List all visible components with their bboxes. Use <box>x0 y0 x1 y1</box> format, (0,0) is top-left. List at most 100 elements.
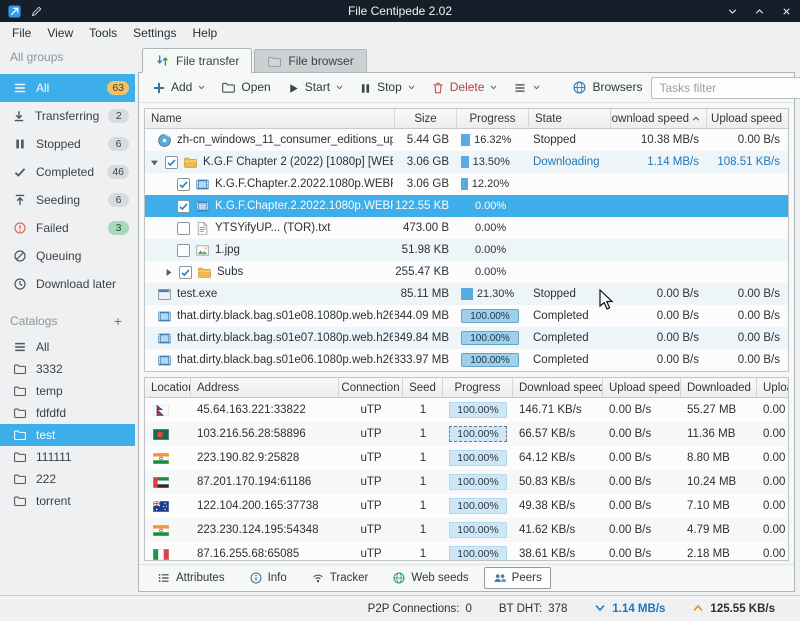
more-menu-icon <box>513 81 527 95</box>
transfer-column-state[interactable]: State <box>529 109 611 128</box>
catalog-fdfdfd[interactable]: fdfdfd <box>0 402 135 424</box>
stop-button[interactable]: Stop <box>352 76 422 98</box>
peer-row[interactable]: 103.216.56.28:58896uTP1100.00%66.57 KB/s… <box>145 422 788 446</box>
tasks-filter-input[interactable] <box>652 81 800 95</box>
row-checkbox-checked[interactable] <box>177 200 190 213</box>
peers-column-location[interactable]: Location <box>145 378 191 397</box>
transfer-column-name[interactable]: Name <box>145 109 395 128</box>
sidebar-group-transferring[interactable]: Transferring2 <box>0 102 135 130</box>
catalog-111111[interactable]: 111111 <box>0 446 135 468</box>
task-state: Completed <box>529 332 611 344</box>
transfer-row[interactable]: Subs255.47 KB0.00% <box>145 261 788 283</box>
sidebar-group-failed[interactable]: Failed3 <box>0 214 135 242</box>
transfer-column-upload-speed[interactable]: Upload speed <box>707 109 788 128</box>
menu-view[interactable]: View <box>39 23 81 43</box>
transfer-row[interactable]: that.dirty.black.bag.s01e08.1080p.web.h2… <box>145 305 788 327</box>
peers-column-address[interactable]: Address <box>191 378 339 397</box>
task-state: Stopped <box>529 288 611 300</box>
peer-row[interactable]: 87.16.255.68:65085uTP1100.00%38.61 KB/s0… <box>145 542 788 561</box>
tab-file-browser[interactable]: File browser <box>254 49 366 72</box>
window-minimize-button[interactable] <box>727 6 738 17</box>
menu-settings[interactable]: Settings <box>125 23 184 43</box>
peers-column-progress[interactable]: Progress <box>443 378 513 397</box>
transfer-column-progress[interactable]: Progress <box>457 109 529 128</box>
main-area: File transferFile browser Add Open Start… <box>135 44 800 595</box>
sidebar-group-stopped[interactable]: Stopped6 <box>0 130 135 158</box>
bottom-tab-attributes[interactable]: Attributes <box>148 567 234 589</box>
transfer-row[interactable]: YTSYifyUP... (TOR).txt473.00 B0.00% <box>145 217 788 239</box>
peer-row[interactable]: 122.104.200.165:37738uTP1100.00%49.38 KB… <box>145 494 788 518</box>
row-checkbox-unchecked[interactable] <box>177 222 190 235</box>
peer-progress: 100.00% <box>443 522 513 538</box>
peers-column-upload-speed[interactable]: Upload speed <box>603 378 681 397</box>
bottom-tab-peers[interactable]: Peers <box>484 567 551 589</box>
sidebar-group-completed[interactable]: Completed46 <box>0 158 135 186</box>
bottom-tab-web-seeds[interactable]: Web seeds <box>383 567 477 589</box>
peers-column-upload[interactable]: Upload <box>757 378 788 397</box>
delete-button[interactable]: Delete <box>424 76 505 99</box>
peer-row[interactable]: 223.230.124.195:54348uTP1100.00%41.62 KB… <box>145 518 788 542</box>
browsers-button[interactable]: Browsers <box>565 76 649 99</box>
start-button[interactable]: Start <box>280 76 350 98</box>
bottom-tab-tracker[interactable]: Tracker <box>302 567 378 589</box>
transfer-row[interactable]: that.dirty.black.bag.s01e07.1080p.web.h2… <box>145 327 788 349</box>
window-maximize-button[interactable] <box>754 6 765 17</box>
peer-download-speed: 49.38 KB/s <box>513 500 603 512</box>
row-checkbox-checked[interactable] <box>179 266 192 279</box>
peer-downloaded: 7.10 MB <box>681 500 757 512</box>
transfer-row[interactable]: that.dirty.black.bag.s01e06.1080p.web.h2… <box>145 349 788 371</box>
peer-progress-bar: 100.00% <box>449 546 507 561</box>
peers-column-seed[interactable]: Seed <box>403 378 443 397</box>
completed-icon <box>13 165 27 179</box>
peers-column-downloaded[interactable]: Downloaded <box>681 378 757 397</box>
catalog-222[interactable]: 222 <box>0 468 135 490</box>
catalog-temp[interactable]: temp <box>0 380 135 402</box>
transfer-row[interactable]: K.G.F.Chapter.2.2022.1080p.WEBRip.x...3.… <box>145 173 788 195</box>
transfer-column-size[interactable]: Size <box>395 109 457 128</box>
row-checkbox-checked[interactable] <box>177 178 190 191</box>
peer-row[interactable]: 45.64.163.221:33822uTP1100.00%146.71 KB/… <box>145 398 788 422</box>
peer-seed: 1 <box>403 548 443 560</box>
transfer-row[interactable]: 1.jpg51.98 KB0.00% <box>145 239 788 261</box>
tasks-filter-combobox[interactable] <box>651 77 800 99</box>
more-menu-button[interactable] <box>506 76 547 99</box>
flag-nepal-icon <box>153 405 169 416</box>
bottom-tab-info[interactable]: Info <box>240 567 296 589</box>
task-download-speed: 0.00 B/s <box>611 332 707 344</box>
collapse-button[interactable] <box>149 158 160 167</box>
tab-file-transfer[interactable]: File transfer <box>142 48 252 73</box>
catalog-all[interactable]: All <box>0 336 135 358</box>
transfer-column-download-speed[interactable]: Download speed <box>611 109 707 128</box>
peer-row[interactable]: 223.190.82.9:25828uTP1100.00%64.12 KB/s0… <box>145 446 788 470</box>
sidebar-group-all[interactable]: All63 <box>0 74 135 102</box>
sidebar-group-queuing[interactable]: Queuing <box>0 242 135 270</box>
menu-file[interactable]: File <box>4 23 39 43</box>
row-checkbox-unchecked[interactable] <box>177 244 190 257</box>
add-catalog-button[interactable]: + <box>111 316 125 326</box>
dropdown-chevron-icon <box>533 85 540 90</box>
transfer-row[interactable]: K.G.F Chapter 2 (2022) [1080p] [WEBRip] … <box>145 151 788 173</box>
peers-column-download-speed[interactable]: Download speed <box>513 378 603 397</box>
catalog-torrent[interactable]: torrent <box>0 490 135 512</box>
peer-downloaded: 4.79 MB <box>681 524 757 536</box>
add-button[interactable]: Add <box>145 76 212 99</box>
transfer-row[interactable]: zh-cn_windows_11_consumer_editions_upd..… <box>145 129 788 151</box>
catalog-3332[interactable]: 3332 <box>0 358 135 380</box>
transfer-row[interactable]: test.exe85.11 MB21.30%Stopped0.00 B/s0.0… <box>145 283 788 305</box>
transfer-row[interactable]: K.G.F.Chapter.2.2022.1080p.WEBRip.x...12… <box>145 195 788 217</box>
expand-button[interactable] <box>163 268 174 277</box>
catalog-test[interactable]: test <box>0 424 135 446</box>
peer-location <box>145 525 191 536</box>
peers-column-connection[interactable]: Connection <box>339 378 403 397</box>
window-close-button[interactable] <box>781 6 792 17</box>
sidebar-group-seeding[interactable]: Seeding6 <box>0 186 135 214</box>
row-checkbox-checked[interactable] <box>165 156 178 169</box>
sidebar-group-download-later[interactable]: Download later <box>0 270 135 298</box>
peer-progress: 100.00% <box>443 474 513 490</box>
video-file-icon <box>195 177 210 192</box>
menu-tools[interactable]: Tools <box>81 23 125 43</box>
menu-help[interactable]: Help <box>185 23 226 43</box>
add-plus-icon <box>152 81 166 95</box>
peer-row[interactable]: 87.201.170.194:61186uTP1100.00%50.83 KB/… <box>145 470 788 494</box>
open-button[interactable]: Open <box>214 76 277 99</box>
